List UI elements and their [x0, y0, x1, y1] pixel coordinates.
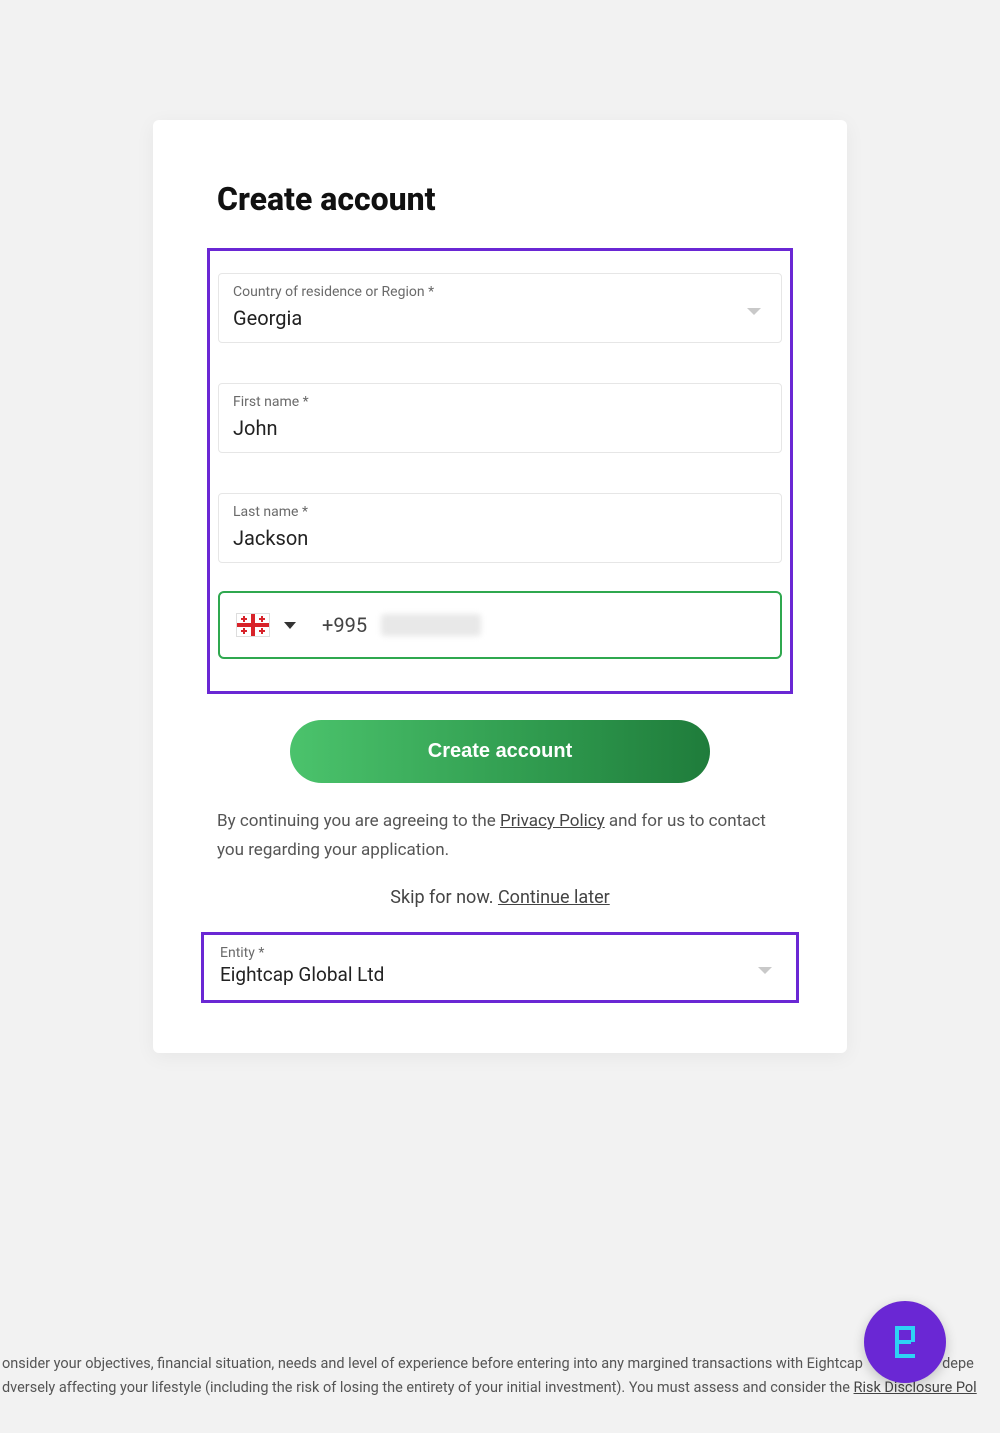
country-label: Country of residence or Region * — [233, 284, 767, 300]
consent-text: By continuing you are agreeing to the Pr… — [217, 807, 783, 865]
consent-pre: By continuing you are agreeing to the — [217, 811, 500, 831]
phone-number-redacted — [381, 614, 481, 636]
help-fab-button[interactable] — [864, 1301, 946, 1383]
create-account-button[interactable]: Create account — [290, 720, 710, 783]
create-account-card: Create account Country of residence or R… — [153, 120, 847, 1053]
phone-field[interactable]: +995 — [218, 591, 782, 659]
last-name-field-wrap: Last name * — [218, 493, 782, 563]
chevron-down-icon — [758, 967, 772, 974]
country-select[interactable]: Country of residence or Region * Georgia — [218, 273, 782, 343]
last-name-input[interactable] — [233, 526, 767, 550]
phone-prefix: +995 — [322, 613, 367, 637]
skip-text: Skip for now. Continue later — [217, 887, 783, 908]
privacy-policy-link[interactable]: Privacy Policy — [500, 811, 605, 831]
footer-disclaimer: onsider your objectives, financial situa… — [0, 1352, 1000, 1401]
entity-value: Eightcap Global Ltd — [210, 963, 790, 996]
page-title: Create account — [217, 180, 783, 218]
first-name-field-wrap: First name * — [218, 383, 782, 453]
form-highlight-region: Country of residence or Region * Georgia… — [207, 248, 793, 694]
risk-disclosure-link[interactable]: Risk Disclosure Pol — [854, 1379, 977, 1396]
skip-pre: Skip for now. — [390, 887, 498, 908]
chevron-down-icon[interactable] — [284, 622, 296, 629]
flag-georgia-icon — [236, 613, 270, 637]
last-name-label: Last name * — [233, 504, 767, 520]
chevron-down-icon — [747, 308, 761, 315]
entity-label: Entity * — [210, 939, 790, 963]
first-name-label: First name * — [233, 394, 767, 410]
continue-later-link[interactable]: Continue later — [498, 887, 610, 908]
entity-select[interactable]: Entity * Eightcap Global Ltd — [201, 932, 799, 1003]
first-name-input[interactable] — [233, 416, 767, 440]
logo-icon — [883, 1320, 927, 1364]
country-value: Georgia — [233, 306, 767, 330]
